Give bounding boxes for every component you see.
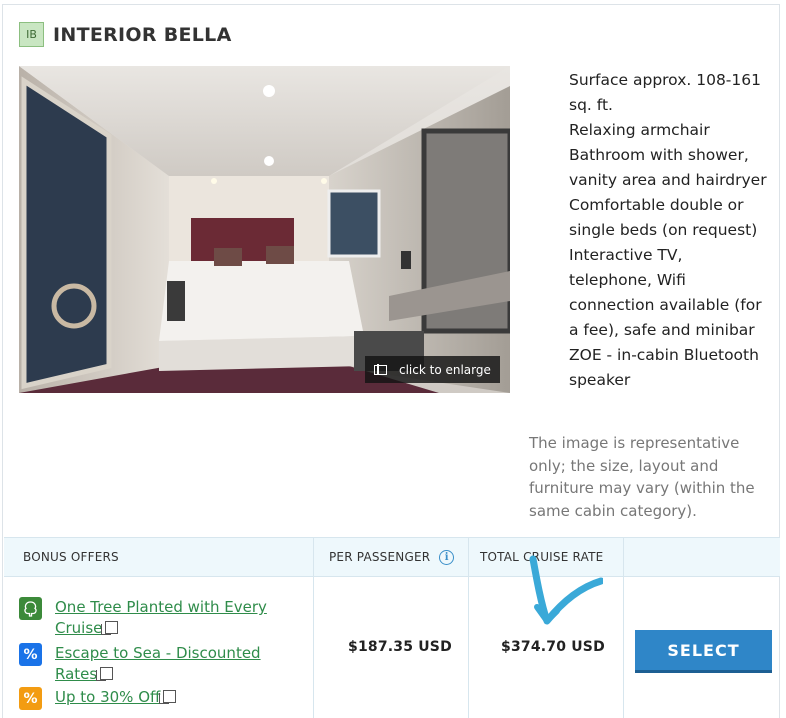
feature-item: ZOE - in-cabin Bluetooth speaker [569, 346, 759, 389]
cabin-code-badge: IB [19, 22, 44, 47]
feature-item: Interactive TV, telephone, Wifi connecti… [569, 246, 762, 339]
bonus-offer-item: One Tree Planted with Every Cruise [19, 597, 270, 639]
feature-item: Relaxing armchair [569, 121, 710, 139]
header-per-passenger: PER PASSENGER i [329, 538, 455, 576]
header-bonus-offers: BONUS OFFERS [23, 550, 119, 564]
feature-item: Bathroom with shower, vanity area and ha… [569, 146, 767, 189]
bonus-offer-label: Escape to Sea - Discounted Rates [55, 644, 261, 683]
select-button[interactable]: SELECT [635, 630, 772, 673]
bonus-offer-label: Up to 30% Off [55, 688, 161, 706]
enlarge-icon [374, 364, 387, 375]
bonus-offer-link[interactable]: Escape to Sea - Discounted Rates [55, 643, 300, 685]
percent-icon: % [19, 643, 42, 666]
copy-icon[interactable] [159, 690, 177, 704]
bonus-offer-item: % Escape to Sea - Discounted Rates [19, 643, 300, 685]
feature-item: Surface approx. 108-161 sq. ft. [569, 71, 761, 114]
cabin-header: IB INTERIOR BELLA [19, 22, 232, 47]
cabin-title: INTERIOR BELLA [53, 23, 232, 46]
percent-icon: % [19, 687, 42, 710]
bonus-offer-link[interactable]: Up to 30% Off [55, 687, 300, 708]
info-icon[interactable]: i [439, 549, 455, 565]
column-divider [623, 537, 624, 718]
column-divider [313, 537, 314, 718]
column-divider [468, 537, 469, 718]
feature-item: Comfortable double or single beds (on re… [569, 196, 758, 239]
per-passenger-price: $187.35 USD [348, 639, 452, 655]
total-cruise-rate: $374.70 USD [501, 639, 605, 655]
click-to-enlarge-label: click to enlarge [399, 362, 491, 377]
cabin-photo[interactable]: click to enlarge [19, 66, 510, 393]
rate-table-header: BONUS OFFERS PER PASSENGER i TOTAL CRUIS… [4, 537, 780, 577]
bonus-offer-item: % Up to 30% Off [19, 687, 300, 710]
cabin-features-list: Surface approx. 108-161 sq. ft. Relaxing… [569, 68, 769, 393]
tree-icon [19, 597, 42, 620]
bonus-offer-link[interactable]: One Tree Planted with Every Cruise [55, 597, 270, 639]
copy-icon[interactable] [96, 667, 114, 681]
copy-icon[interactable] [101, 621, 119, 635]
image-disclaimer: The image is representative only; the si… [529, 434, 755, 520]
header-total-cruise-rate: TOTAL CRUISE RATE [480, 550, 604, 564]
cabin-photo-image [19, 66, 510, 393]
header-per-passenger-label: PER PASSENGER [329, 550, 431, 564]
cabin-card: IB INTERIOR BELLA click to enlarge Surfa… [2, 4, 780, 718]
click-to-enlarge-button[interactable]: click to enlarge [365, 356, 500, 383]
bonus-offer-label: One Tree Planted with Every Cruise [55, 598, 267, 637]
